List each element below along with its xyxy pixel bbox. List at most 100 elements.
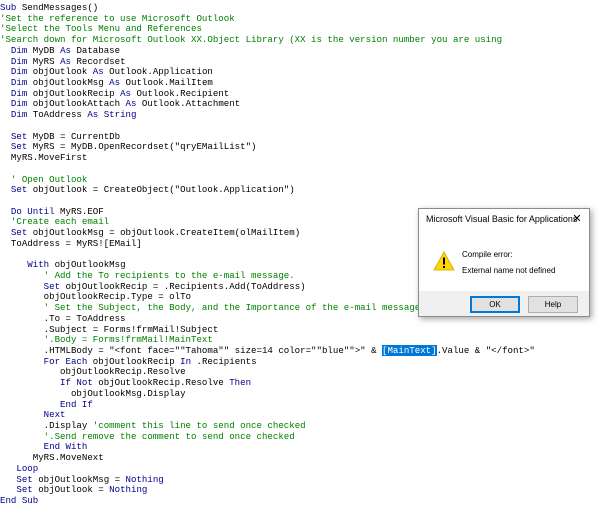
code-token: Set — [10, 227, 33, 239]
dialog-body: Compile error: External name not defined — [419, 231, 589, 291]
code-token: '.Body = Forms!frmMail!MainText — [0, 334, 213, 346]
code-token: Database — [76, 44, 121, 56]
code-token: Dim — [10, 98, 33, 110]
code-token: 'comment this line to send once checked — [92, 420, 306, 432]
code-token: Recordset — [76, 55, 126, 67]
code-token: Dim — [10, 109, 33, 121]
code-token: '.Send remove the comment to send once c… — [0, 430, 295, 442]
code-token: 'Create each email — [0, 216, 110, 228]
code-token: .Recipients — [196, 355, 257, 367]
code-token: MyRS = MyDB.OpenRecordset("qryEMailList"… — [32, 141, 257, 153]
code-token: ' Add the To recipients to the e-mail me… — [0, 269, 295, 281]
code-token: MyDB = CurrentDb — [32, 130, 121, 142]
code-token: objOutlook = — [38, 484, 110, 496]
ok-button[interactable]: OK — [470, 296, 520, 313]
code-token: ' Open Outlook — [0, 173, 88, 185]
code-token: If Not — [60, 377, 99, 389]
code-token: 'Select the Tools Menu and References — [0, 23, 202, 35]
code-token: MyRS.MoveNext — [0, 452, 104, 464]
warning-icon — [433, 251, 455, 271]
code-token: For Each — [43, 355, 93, 367]
code-token: Do Until — [10, 205, 61, 217]
code-token: Set — [43, 280, 66, 292]
code-token: Sub — [0, 2, 22, 13]
code-token: Loop — [16, 462, 39, 474]
code-token: End If — [60, 398, 93, 410]
code-token: Then — [229, 377, 252, 389]
code-token: As — [60, 44, 77, 56]
code-token: Outlook.Application — [109, 66, 213, 78]
close-icon[interactable]: ✕ — [570, 212, 584, 226]
code-token: MyRS.EOF — [60, 205, 104, 217]
code-token: End Sub — [0, 495, 39, 507]
code-line[interactable]: MyRS.MoveNext — [0, 452, 535, 464]
code-token: objOutlookRecip.Type = olTo — [0, 291, 191, 303]
code-token: As — [92, 66, 110, 78]
code-token: As — [120, 87, 137, 99]
code-line[interactable]: MyRS.MoveFirst — [0, 152, 535, 164]
code-token: MyDB — [32, 44, 61, 56]
code-line[interactable]: End Sub — [0, 495, 535, 507]
code-token: ToAddress = MyRS![EMail] — [0, 237, 142, 249]
error-detail: External name not defined — [462, 266, 556, 275]
code-token: ToAddress — [32, 109, 88, 121]
code-token: objOutlookRecip = .Recipients.Add(ToAddr… — [65, 280, 306, 292]
code-token: .Subject = Forms!frmMail!Subject — [0, 323, 219, 335]
code-token: Set — [10, 141, 33, 153]
code-line[interactable]: End If — [0, 398, 535, 411]
code-token: Dim — [10, 87, 33, 99]
code-token: objOutlookRecip.Resolve — [98, 377, 230, 389]
code-token: Dim — [10, 55, 33, 67]
code-token: As — [60, 55, 77, 67]
code-token: objOutlookMsg.Display — [0, 387, 186, 399]
help-button[interactable]: Help — [528, 296, 578, 313]
code-token: End With — [43, 441, 88, 453]
code-token: SendMessages() — [21, 2, 99, 13]
code-token: objOutlookMsg = objOutlook.CreateItem(ol… — [32, 227, 301, 239]
code-token: Outlook.Recipient — [136, 87, 230, 99]
code-token: MyRS.MoveFirst — [0, 152, 88, 164]
code-token: Set — [16, 473, 39, 485]
code-token: objOutlookAttach — [32, 98, 126, 110]
selected-text: [MainText] — [382, 345, 437, 356]
code-token: objOutlookRecip — [32, 87, 121, 99]
code-token: objOutlook = CreateObject("Outlook.Appli… — [32, 184, 295, 196]
compile-error-dialog: Microsoft Visual Basic for Applications … — [418, 208, 590, 317]
code-line[interactable]: Dim ToAddress As String — [0, 109, 535, 121]
code-token: objOutlookMsg — [54, 259, 126, 271]
code-token: Outlook.Attachment — [141, 98, 241, 110]
code-token: objOutlookRecip.Resolve — [0, 366, 186, 378]
dialog-title-bar[interactable]: Microsoft Visual Basic for Applications … — [419, 209, 589, 231]
code-token: As — [109, 77, 126, 89]
error-title: Compile error: — [462, 250, 513, 259]
code-token: As String — [87, 109, 137, 121]
code-line[interactable]: Set objOutlook = Nothing — [0, 484, 535, 496]
code-token: Nothing — [109, 484, 148, 496]
code-token: Set — [16, 484, 39, 496]
code-token: Dim — [10, 77, 33, 89]
code-token: objOutlookRecip — [92, 355, 181, 367]
code-line[interactable]: Set objOutlook = CreateObject("Outlook.A… — [0, 184, 535, 196]
code-token: .Value & "</font>" — [436, 345, 535, 356]
code-token: As — [125, 98, 142, 110]
code-token: ' Set the Subject, the Body, and the Imp… — [0, 302, 426, 314]
